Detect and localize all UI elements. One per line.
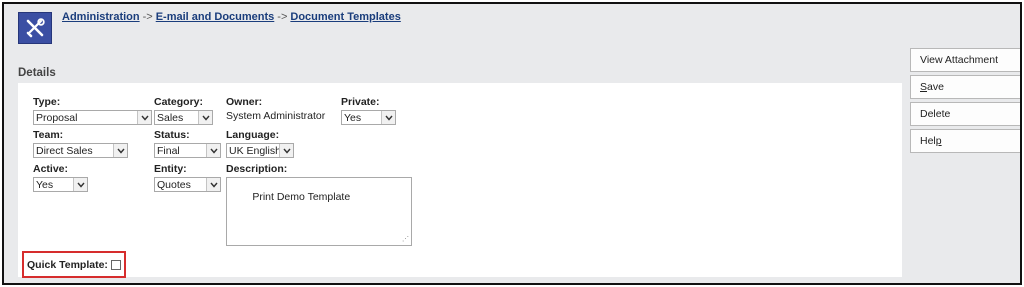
- breadcrumb-separator: ->: [142, 11, 153, 23]
- description-value: Print Demo Template: [252, 191, 351, 203]
- chevron-down-icon: [198, 111, 212, 124]
- view-attachment-button[interactable]: View Attachment: [910, 48, 1020, 72]
- private-select[interactable]: Yes: [341, 110, 396, 125]
- active-label: Active:: [33, 163, 69, 175]
- chevron-down-icon: [137, 111, 151, 124]
- delete-label: Delete: [920, 108, 951, 120]
- team-select[interactable]: Direct Sales: [33, 143, 128, 158]
- delete-button[interactable]: Delete: [910, 102, 1020, 126]
- quick-template-checkbox[interactable]: [110, 259, 121, 270]
- team-label: Team:: [33, 129, 64, 141]
- type-field: Type: Proposal: [33, 96, 152, 125]
- type-value: Proposal: [36, 111, 78, 124]
- chevron-down-icon: [206, 178, 220, 191]
- chevron-down-icon: [206, 144, 220, 157]
- private-label: Private:: [341, 96, 380, 108]
- entity-field: Entity: Quotes: [154, 163, 221, 192]
- active-select[interactable]: Yes: [33, 177, 88, 192]
- entity-value: Quotes: [157, 178, 191, 191]
- section-title: Details: [18, 67, 56, 79]
- chevron-down-icon: [113, 144, 127, 157]
- save-button[interactable]: Save: [910, 75, 1020, 99]
- description-field: Description: Print Demo Template ⋰: [226, 163, 412, 246]
- type-label: Type:: [33, 96, 61, 108]
- type-select[interactable]: Proposal: [33, 110, 152, 125]
- status-label: Status:: [154, 129, 190, 141]
- help-label: Help: [920, 135, 942, 147]
- chevron-down-icon: [279, 144, 293, 157]
- chevron-down-icon: [381, 111, 395, 124]
- language-value: UK English: [229, 144, 279, 157]
- private-field: Private: Yes: [341, 96, 396, 125]
- breadcrumb-separator: ->: [277, 11, 288, 23]
- active-value: Yes: [36, 178, 54, 191]
- status-select[interactable]: Final: [154, 143, 221, 158]
- team-value: Direct Sales: [36, 144, 93, 157]
- status-field: Status: Final: [154, 129, 221, 158]
- category-select[interactable]: Sales: [154, 110, 213, 125]
- language-label: Language:: [226, 129, 280, 141]
- quick-template-label: Quick Template:: [27, 258, 108, 271]
- team-field: Team: Direct Sales: [33, 129, 128, 158]
- active-field: Active: Yes: [33, 163, 88, 192]
- help-button[interactable]: Help: [910, 129, 1020, 153]
- entity-label: Entity:: [154, 163, 187, 175]
- save-label: Save: [920, 81, 944, 93]
- quick-template-highlight: Quick Template:: [22, 251, 126, 278]
- breadcrumb-email-documents[interactable]: E-mail and Documents: [156, 11, 275, 23]
- resize-grip-icon[interactable]: ⋰: [402, 236, 409, 243]
- owner-label: Owner:: [226, 96, 263, 108]
- action-panel: View Attachment Save Delete Help: [910, 48, 1020, 156]
- tools-icon: [18, 12, 52, 44]
- category-label: Category:: [154, 96, 204, 108]
- language-field: Language: UK English: [226, 129, 294, 158]
- app-window: Administration -> E-mail and Documents -> Do…: [2, 2, 1022, 285]
- details-panel: Type: Proposal Category: Sales Owner: Sy…: [18, 83, 902, 278]
- description-label: Description:: [226, 163, 288, 175]
- owner-value: System Administrator: [226, 110, 326, 122]
- description-textarea[interactable]: Print Demo Template ⋰: [226, 177, 412, 246]
- category-field: Category: Sales: [154, 96, 213, 125]
- owner-field: Owner: System Administrator: [226, 96, 325, 122]
- language-select[interactable]: UK English: [226, 143, 294, 158]
- view-attachment-label: View Attachment: [920, 54, 999, 66]
- breadcrumb-administration[interactable]: Administration: [62, 11, 140, 23]
- private-value: Yes: [344, 111, 362, 124]
- entity-select[interactable]: Quotes: [154, 177, 221, 192]
- status-value: Final: [157, 144, 180, 157]
- breadcrumb-document-templates[interactable]: Document Templates: [290, 11, 400, 23]
- chevron-down-icon: [73, 178, 87, 191]
- category-value: Sales: [157, 111, 184, 124]
- breadcrumb: Administration -> E-mail and Documents -> Do…: [62, 11, 401, 23]
